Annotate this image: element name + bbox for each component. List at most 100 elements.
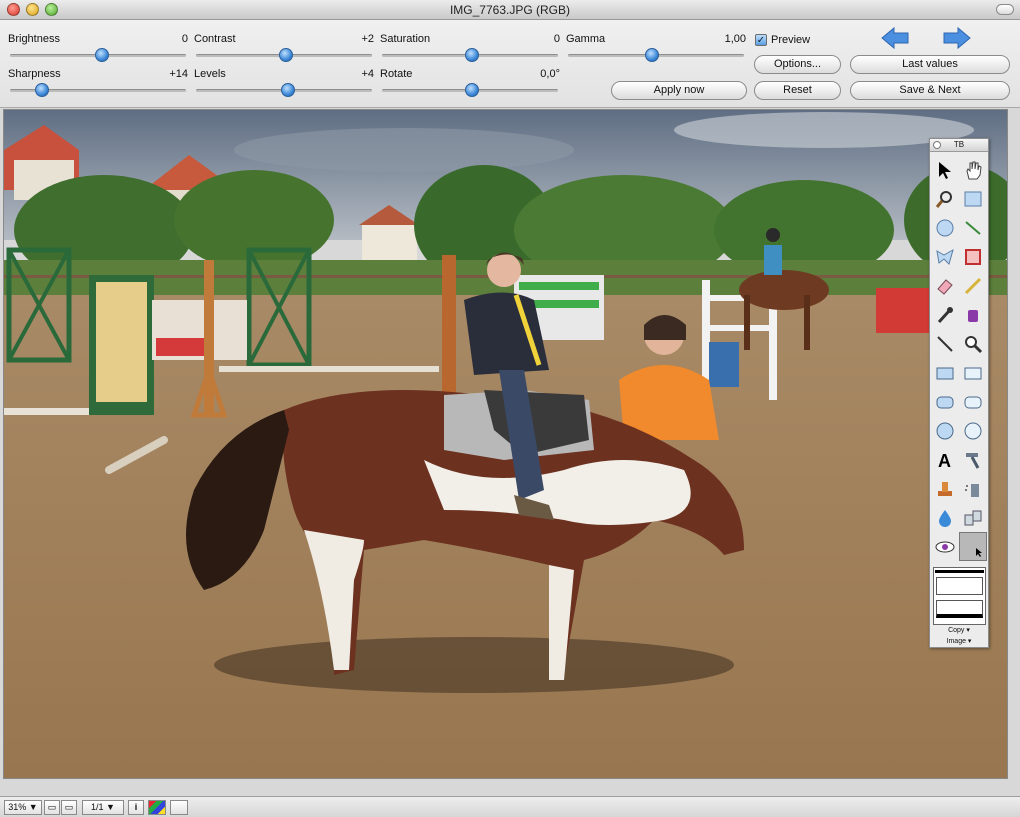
line-width-swatch[interactable] <box>935 570 984 573</box>
text-tool[interactable]: A <box>931 445 959 474</box>
adjustment-panel: Brightness 0 Contrast +2 Saturation 0 Ga… <box>0 20 1020 108</box>
gamma-knob[interactable] <box>645 48 660 62</box>
paint-bucket-icon <box>968 309 978 322</box>
rotate-value: 0,0° <box>540 68 560 80</box>
blur-tool[interactable] <box>931 503 959 532</box>
eyedropper-icon <box>937 306 953 323</box>
crop-icon <box>965 248 981 265</box>
pencil-tool[interactable] <box>959 271 987 300</box>
hammer-icon <box>966 452 980 469</box>
filled-rect-tool[interactable] <box>931 358 959 387</box>
info-icon[interactable]: i <box>128 800 144 815</box>
arrow-select-tool[interactable] <box>931 155 959 184</box>
histogram-icon[interactable] <box>170 800 188 815</box>
zoom-popup[interactable]: 31% ▼ <box>4 800 42 815</box>
diagonal-line-icon <box>965 220 981 235</box>
contrast-label: Contrast <box>194 33 236 45</box>
page-popup[interactable]: 1/1 ▼ <box>82 800 124 815</box>
color-channels-icon[interactable] <box>148 800 166 815</box>
hand-icon <box>966 161 982 179</box>
previous-image-arrow-icon[interactable] <box>880 26 910 50</box>
image-canvas[interactable] <box>3 109 1008 779</box>
rotate-label: Rotate <box>380 68 413 80</box>
toolbar-toggle-button[interactable] <box>996 4 1014 15</box>
ellipse-icon <box>964 422 982 439</box>
spray-tool[interactable] <box>959 474 987 503</box>
eye-icon <box>935 541 955 552</box>
sharpness-value: +14 <box>169 68 188 80</box>
sharpness-slider[interactable]: Sharpness +14 <box>8 55 188 97</box>
spray-icon <box>965 483 979 497</box>
color-swatches[interactable] <box>933 567 986 625</box>
contrast-slider[interactable]: Contrast +2 <box>194 20 374 62</box>
stamp-icon <box>938 481 952 496</box>
line-tool[interactable] <box>931 329 959 358</box>
levels-value: +4 <box>361 68 374 80</box>
actual-size-button[interactable]: ▭ <box>61 800 77 815</box>
gamma-slider[interactable]: Gamma 1,00 <box>566 20 746 62</box>
filled-rounded-rect-icon <box>936 396 954 408</box>
saturation-value: 0 <box>553 33 560 45</box>
fit-window-button[interactable]: ▭ <box>44 800 60 815</box>
preview-check-icon[interactable]: ✓ <box>755 34 767 46</box>
cursor-arrow-icon <box>976 547 982 557</box>
palette-title: TB <box>953 140 965 149</box>
rotate-slider[interactable]: Rotate 0,0° <box>380 55 560 97</box>
rectangle-icon <box>964 367 982 379</box>
loupe-icon <box>965 335 983 353</box>
clone-tool[interactable] <box>959 503 987 532</box>
stamp-tool[interactable] <box>931 474 959 503</box>
preview-checkbox[interactable]: ✓ Preview <box>755 34 810 46</box>
ellipse-tool[interactable] <box>959 416 987 445</box>
lasso-icon <box>936 248 954 265</box>
levels-label: Levels <box>194 68 226 80</box>
ellipse-select-icon <box>936 219 954 236</box>
saturation-slider[interactable]: Saturation 0 <box>380 20 560 62</box>
gamma-label: Gamma <box>566 33 606 45</box>
crop-tool[interactable] <box>959 242 987 271</box>
rect-tool[interactable] <box>959 358 987 387</box>
save-next-button[interactable]: Save & Next <box>850 81 1010 100</box>
rotate-knob[interactable] <box>464 83 479 97</box>
bucket-tool[interactable] <box>959 300 987 329</box>
brightness-slider[interactable]: Brightness 0 <box>8 20 188 62</box>
hand-tool[interactable] <box>959 155 987 184</box>
hammer-tool[interactable] <box>959 445 987 474</box>
lasso-tool[interactable] <box>931 242 959 271</box>
loupe-tool[interactable] <box>959 329 987 358</box>
foreground-color-swatch[interactable] <box>936 577 983 595</box>
levels-slider[interactable]: Levels +4 <box>194 55 374 97</box>
line-select-tool[interactable] <box>959 213 987 242</box>
tool-palette: TB A Copy ▾ Image ▾ <box>929 138 989 648</box>
sharpness-knob[interactable] <box>34 83 49 97</box>
more-tools-button[interactable] <box>959 532 987 561</box>
palette-title-bar: TB <box>930 139 988 152</box>
saturation-label: Saturation <box>380 33 431 45</box>
next-image-arrow-icon[interactable] <box>942 26 972 50</box>
pencil-icon <box>964 277 982 294</box>
apply-now-button[interactable]: Apply now <box>611 81 747 100</box>
filled-ellipse-tool[interactable] <box>931 416 959 445</box>
eraser-tool[interactable] <box>931 271 959 300</box>
image-menu[interactable]: Image ▾ <box>930 637 988 645</box>
background-color-swatch[interactable] <box>936 600 983 618</box>
copy-menu[interactable]: Copy ▾ <box>930 626 988 634</box>
status-bar: 31% ▼ ▭ ▭ 1/1 ▼ i <box>0 796 1020 817</box>
eyedropper-tool[interactable] <box>931 300 959 329</box>
redeye-tool[interactable] <box>931 532 959 561</box>
title-bar: IMG_7763.JPG (RGB) <box>0 0 1020 20</box>
palette-close-button[interactable] <box>933 141 941 149</box>
last-values-button[interactable]: Last values <box>850 55 1010 74</box>
ellipse-select-tool[interactable] <box>931 213 959 242</box>
filled-ellipse-icon <box>936 422 954 439</box>
filled-rounded-rect-tool[interactable] <box>931 387 959 416</box>
rect-select-tool[interactable] <box>959 184 987 213</box>
levels-knob[interactable] <box>280 83 295 97</box>
rounded-rect-tool[interactable] <box>959 387 987 416</box>
preview-label: Preview <box>771 34 811 46</box>
arrow-cursor-icon <box>939 161 951 179</box>
options-button[interactable]: Options... <box>754 55 841 74</box>
reset-button[interactable]: Reset <box>754 81 841 100</box>
zoom-tool[interactable] <box>931 184 959 213</box>
water-drop-icon <box>939 509 951 527</box>
